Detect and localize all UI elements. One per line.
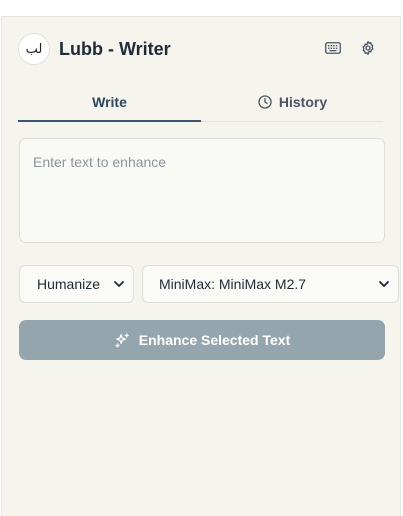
chevron-down-icon bbox=[379, 281, 389, 287]
app-logo: لب bbox=[18, 33, 50, 65]
clock-icon bbox=[258, 95, 272, 109]
chevron-down-icon bbox=[114, 281, 124, 287]
model-select-value: MiniMax: MiniMax M2.7 bbox=[159, 276, 307, 292]
tab-write[interactable]: Write bbox=[18, 83, 201, 122]
tab-bar: Write History bbox=[18, 83, 383, 122]
keyboard-icon[interactable] bbox=[324, 39, 342, 57]
mode-select[interactable]: Humanize bbox=[19, 265, 134, 303]
app-logo-text: لب bbox=[25, 41, 43, 57]
header: لب Lubb - Writer bbox=[2, 17, 400, 83]
gear-icon[interactable] bbox=[359, 39, 377, 57]
sparkles-icon bbox=[115, 332, 129, 348]
enhance-button-label: Enhance Selected Text bbox=[138, 332, 291, 348]
tab-history-label: History bbox=[278, 94, 328, 110]
enhance-button[interactable]: Enhance Selected Text bbox=[19, 320, 385, 360]
text-input[interactable] bbox=[19, 138, 385, 243]
app-title: Lubb - Writer bbox=[59, 39, 171, 59]
mode-select-value: Humanize bbox=[37, 276, 101, 292]
tab-write-label: Write bbox=[92, 93, 127, 110]
side-panel: لب Lubb - Writer Write History Enter tex… bbox=[1, 16, 401, 516]
tab-history[interactable]: History bbox=[201, 83, 383, 121]
model-select[interactable]: MiniMax: MiniMax M2.7 bbox=[142, 265, 399, 303]
